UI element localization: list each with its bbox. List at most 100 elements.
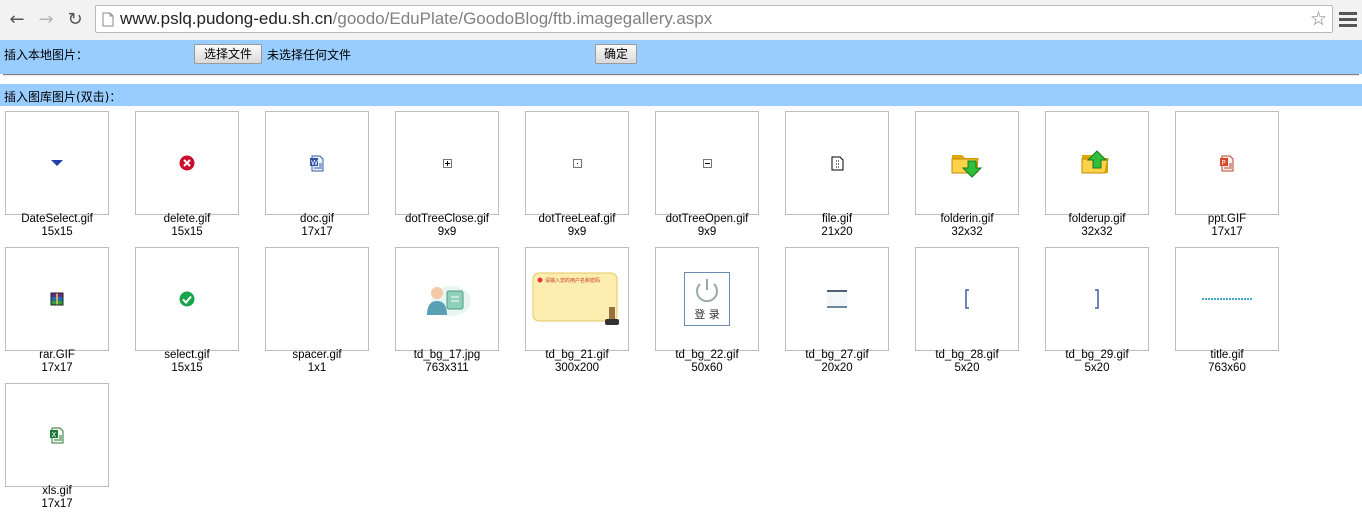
gallery-image-caption: dotTreeClose.gif 9x9 <box>382 213 512 239</box>
gallery-image-tile[interactable] <box>1045 247 1149 351</box>
tree-minus-icon <box>702 158 712 168</box>
gallery-image-caption: td_bg_22.gif 50x60 <box>642 349 772 375</box>
image-filename: folderup.gif <box>1068 213 1126 225</box>
svg-text:P: P <box>1222 159 1226 167</box>
image-dimensions: 20x20 <box>821 362 853 374</box>
gallery-image-tile[interactable] <box>1175 247 1279 351</box>
reload-icon[interactable]: ↻ <box>64 9 86 31</box>
image-dimensions: 9x9 <box>437 226 457 238</box>
bookmark-star-icon[interactable]: ☆ <box>1310 8 1327 30</box>
choose-file-button[interactable]: 选择文件 <box>194 44 262 64</box>
gallery-image-tile[interactable] <box>265 247 369 351</box>
image-filename: folderin.gif <box>940 213 994 225</box>
folder-up-icon <box>1080 147 1114 179</box>
gallery-image-caption: dotTreeLeaf.gif 9x9 <box>512 213 642 239</box>
gallery-image-tile[interactable] <box>785 111 889 215</box>
gallery-image-tile[interactable] <box>655 111 759 215</box>
gallery-label: 插入图库图片(双击)： <box>4 90 122 104</box>
gallery-image-caption: doc.gif 17x17 <box>252 213 382 239</box>
gallery-image-tile[interactable] <box>395 111 499 215</box>
gallery-image-tile[interactable] <box>1045 111 1149 215</box>
gallery-image-caption: rar.GIF 17x17 <box>0 349 122 375</box>
gallery-image-caption: td_bg_29.gif 5x20 <box>1032 349 1162 375</box>
image-dimensions: 17x17 <box>41 362 73 374</box>
tree-leaf-icon <box>572 158 582 168</box>
upload-label: 插入本地图片： <box>4 48 89 62</box>
image-dimensions: 50x60 <box>691 362 723 374</box>
ppt-icon: P <box>1219 155 1235 172</box>
gallery-image-caption: td_bg_28.gif 5x20 <box>902 349 1032 375</box>
back-arrow-icon[interactable]: ← <box>6 9 28 31</box>
gallery-image-caption: td_bg_27.gif 20x20 <box>772 349 902 375</box>
image-dimensions: 763x60 <box>1208 362 1246 374</box>
gallery-image-tile[interactable]: 登 录 <box>655 247 759 351</box>
image-filename: delete.gif <box>163 213 211 225</box>
rar-icon <box>49 291 65 307</box>
word-doc-icon: W <box>309 155 325 172</box>
confirm-button[interactable]: 确定 <box>595 44 637 64</box>
gallery-image-caption: xls.gif 17x17 <box>0 485 122 511</box>
excel-icon: X <box>49 427 65 444</box>
gallery-image-caption: delete.gif 15x15 <box>122 213 252 239</box>
url-text: www.pslq.pudong-edu.sh.cn/goodo/EduPlate… <box>120 9 712 29</box>
image-dimensions: 17x17 <box>41 498 73 510</box>
gallery-image-caption: dotTreeOpen.gif 9x9 <box>642 213 772 239</box>
image-filename: title.gif <box>1210 349 1244 361</box>
address-bar[interactable]: www.pslq.pudong-edu.sh.cn/goodo/EduPlate… <box>95 5 1333 33</box>
image-dimensions: 21x20 <box>821 226 853 238</box>
image-filename: doc.gif <box>300 213 334 225</box>
image-filename: xls.gif <box>42 485 72 497</box>
user-illustration-icon <box>421 279 473 319</box>
gallery-image-tile[interactable]: P <box>1175 111 1279 215</box>
gallery-image-tile[interactable] <box>5 111 109 215</box>
check-icon <box>179 291 195 307</box>
image-filename: dotTreeLeaf.gif <box>538 213 616 225</box>
image-dimensions: 9x9 <box>697 226 717 238</box>
gallery-image-caption: td_bg_21.gif 300x200 <box>512 349 642 375</box>
gallery-image-tile[interactable] <box>525 111 629 215</box>
gallery-image-tile[interactable]: W <box>265 111 369 215</box>
gallery-image-tile[interactable] <box>135 247 239 351</box>
delete-icon <box>179 155 195 171</box>
image-dimensions: 32x32 <box>1081 226 1113 238</box>
gallery-image-tile[interactable] <box>785 247 889 351</box>
gallery-image-tile[interactable] <box>5 247 109 351</box>
gallery-bar: 插入图库图片(双击)： <box>0 84 1362 106</box>
image-filename: td_bg_29.gif <box>1065 349 1129 361</box>
image-filename: select.gif <box>164 349 210 361</box>
menu-icon[interactable] <box>1339 9 1357 31</box>
no-file-text: 未选择任何文件 <box>267 48 352 62</box>
image-dimensions: 1x1 <box>307 362 327 374</box>
image-dimensions: 5x20 <box>1084 362 1110 374</box>
image-filename: td_bg_22.gif <box>675 349 739 361</box>
image-filename: td_bg_27.gif <box>805 349 869 361</box>
image-dimensions: 9x9 <box>567 226 587 238</box>
forward-arrow-icon[interactable]: → <box>35 9 57 31</box>
file-icon <box>831 156 844 171</box>
gallery-image-caption: td_bg_17.jpg 763x311 <box>382 349 512 375</box>
gallery-image-tile[interactable]: X <box>5 383 109 487</box>
image-filename: td_bg_21.gif <box>545 349 609 361</box>
upload-bar: 插入本地图片： 选择文件 未选择任何文件 确定 <box>0 40 1362 74</box>
gallery-image-caption: folderup.gif 32x32 <box>1032 213 1162 239</box>
image-dimensions: 15x15 <box>171 226 203 238</box>
browser-toolbar: ← → ↻ www.pslq.pudong-edu.sh.cn/goodo/Ed… <box>0 0 1362 41</box>
gallery-image-tile[interactable] <box>395 247 499 351</box>
image-filename: dotTreeOpen.gif <box>665 213 749 225</box>
image-dimensions: 15x15 <box>41 226 73 238</box>
image-filename: DateSelect.gif <box>21 213 93 225</box>
image-dimensions: 300x200 <box>554 362 600 374</box>
gallery-image-tile[interactable] <box>135 111 239 215</box>
line-bar-icon <box>827 289 847 309</box>
gallery-image-caption: file.gif 21x20 <box>772 213 902 239</box>
gallery-image-tile[interactable] <box>915 111 1019 215</box>
image-filename: td_bg_28.gif <box>935 349 999 361</box>
svg-text:X: X <box>52 431 57 439</box>
gallery-image-caption: spacer.gif 1x1 <box>252 349 382 375</box>
image-dimensions: 15x15 <box>171 362 203 374</box>
note-card-icon: 请输入您的用户名和密码 <box>531 269 623 329</box>
gallery-image-tile[interactable] <box>915 247 1019 351</box>
gallery-image-tile[interactable]: 请输入您的用户名和密码 <box>525 247 629 351</box>
folder-in-icon <box>950 147 984 179</box>
gallery-image-caption: DateSelect.gif 15x15 <box>0 213 122 239</box>
